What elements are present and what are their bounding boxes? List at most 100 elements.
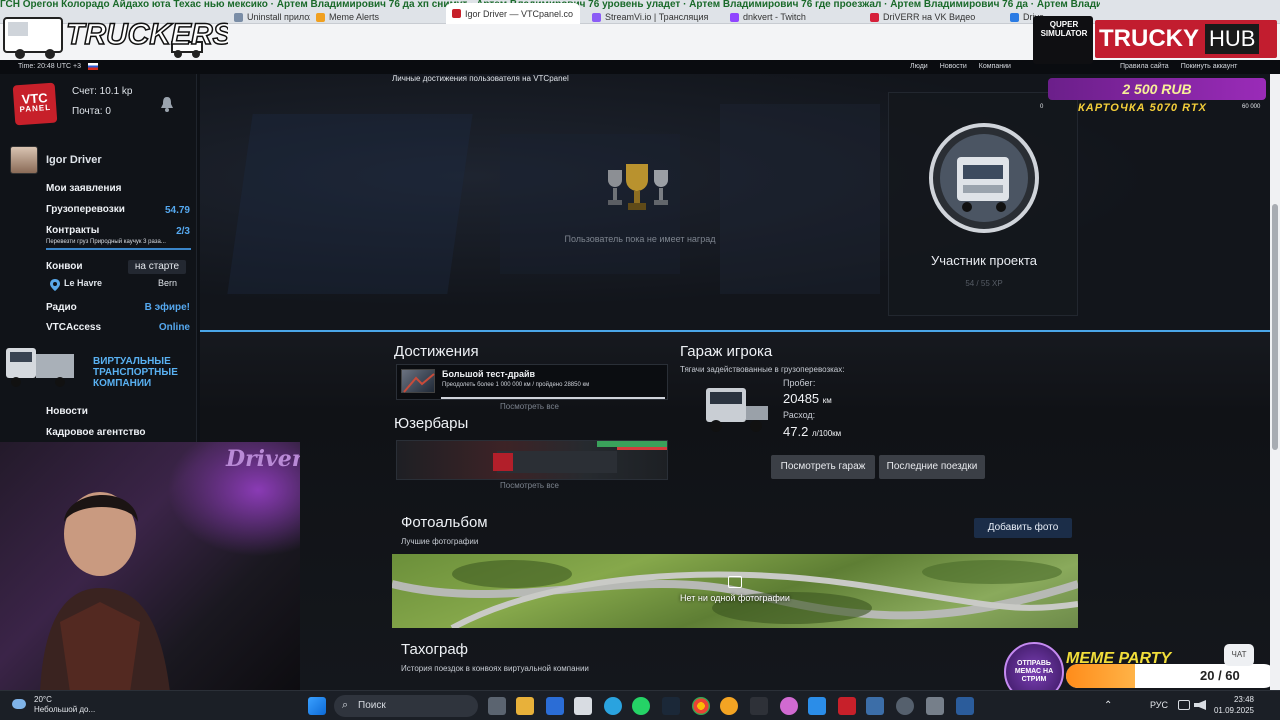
tab-favicon-icon [730,12,739,22]
convoy-from: Le Havre [64,278,103,288]
steam-icon[interactable] [662,697,680,715]
tab-favicon-icon [234,12,243,22]
chrome-icon[interactable] [692,697,710,715]
tab-favicon-icon [592,12,601,22]
nav-people[interactable]: Люди [910,63,928,70]
avatar[interactable] [10,146,38,174]
sidebar-item-radio[interactable]: Радио [46,302,77,313]
tab-label: dnkvert - Twitch [743,12,806,22]
site-nav: Люди Новости Компании [910,63,1011,70]
telegram-icon[interactable] [604,697,622,715]
weather-desc: Небольшой до... [34,705,96,714]
sidebar-item-convoys[interactable]: Конвои [46,261,83,272]
donation-goal-start: 0 [1040,104,1044,110]
clock-time: 23:48 [1233,695,1254,704]
quper-label: QUPER SIMULATOR [1040,20,1088,38]
hub-label: HUB [1205,24,1260,54]
no-awards-text: Пользователь пока не имеет наград [564,234,716,244]
achievement-image [401,369,435,393]
chevron-up-icon[interactable]: ⌃ [1104,700,1112,711]
app-icon[interactable] [780,697,798,715]
add-photo-button[interactable]: Добавить фото [974,518,1072,538]
scrollbar-thumb[interactable] [1272,204,1278,450]
nav-rules[interactable]: Правила сайта [1120,63,1169,70]
sidebar-item-vtcaccess[interactable]: VTCAccess [46,322,101,333]
file-explorer-icon[interactable] [516,697,534,715]
nav-logout[interactable]: Покинуть аккаунт [1181,63,1238,70]
mail-count[interactable]: Почта: 0 [72,106,111,117]
wifi-icon[interactable] [1178,700,1190,710]
tab-favicon-icon [1010,12,1019,22]
task-view-icon[interactable] [488,697,506,715]
whatsapp-icon[interactable] [632,697,650,715]
user-name[interactable]: Igor Driver [46,154,102,166]
app-icon[interactable] [750,697,768,715]
balance[interactable]: Счет: 10.1 kp [72,86,133,97]
flag-ru-icon[interactable] [88,63,98,70]
app-icon[interactable] [574,697,592,715]
cargo-value: 54.79 [164,205,190,216]
mileage-value: 20485 км [783,391,832,406]
volume-icon[interactable] [1194,700,1206,710]
language-indicator[interactable]: РУС [1150,700,1168,710]
userbars-title: Юзербары [394,415,469,432]
bell-icon[interactable] [160,96,174,112]
achievements-header: Личные достижения пользователя на VTCpan… [392,74,569,83]
browser-tab-active[interactable]: Igor Driver — VTCpanel.co✕ [446,3,580,24]
userbar-image[interactable] [396,440,668,480]
app-icon[interactable] [720,697,738,715]
app-icon[interactable] [926,697,944,715]
sidebar-item-applications[interactable]: Мои заявления [46,183,121,194]
search-icon: ⌕ [342,699,349,711]
vtcpanel-logo[interactable]: VTC PANEL [12,82,58,126]
taskbar-search[interactable]: ⌕ Поиск [334,695,478,717]
sidebar-item-cargo[interactable]: Грузоперевозки [46,204,125,215]
mileage-unit: км [822,396,832,405]
sidebar-item-news[interactable]: Новости [46,406,88,417]
achievement-card[interactable]: Большой тест-драйв Преодолеть более 1 00… [396,364,668,400]
sidebar-item-agency[interactable]: Кадровое агентство [46,427,146,438]
app-icon[interactable] [866,697,884,715]
photo-album-banner: Нет ни одной фотографии [392,554,1078,628]
member-title: Участник проекта [930,253,1038,268]
truckersmp-logo: TRUCKERSMP [2,8,279,62]
streamer-image [40,472,190,690]
garage-subtitle: Тягачи задействованные в грузоперевозках… [680,365,845,374]
tachograph-subtitle: История поездок в конвоях виртуальной ко… [401,664,589,673]
see-all-userbars-link[interactable]: Посмотреть все [500,481,559,490]
radio-status: В эфире! [144,302,190,313]
achievement-desc: Преодолеть более 1 000 000 км / пройдено… [442,382,590,388]
start-icon[interactable] [308,697,326,715]
donation-goal-title: КАРТОЧКА 5070 RTX [1078,102,1207,114]
donation-goal-banner: 2 500 RUB [1048,78,1266,100]
profile-main: Личные достижения пользователя на VTCpan… [200,74,1270,690]
nav-companies[interactable]: Компании [979,63,1011,70]
achievements-title: Достижения [394,343,479,360]
tachograph-title: Тахограф [401,641,469,658]
store-icon[interactable] [546,697,564,715]
garage-truck-image[interactable] [700,384,770,436]
view-garage-button[interactable]: Посмотреть гараж [771,455,875,479]
vtc-promo-text[interactable]: ВИРТУАЛЬНЫЕ ТРАНСПОРТНЫЕ КОМПАНИИ [93,356,193,389]
page-scrollbar[interactable] [1270,74,1280,690]
tab-favicon-icon [870,12,879,22]
nav-news[interactable]: Новости [940,63,967,70]
app-icon[interactable] [808,697,826,715]
sidebar: VTC PANEL Счет: 10.1 kp Почта: 0 Igor Dr… [0,74,197,442]
photo-album-title: Фотоальбом [401,514,488,531]
cloud-icon [12,699,26,709]
chat-button[interactable]: ЧАТ [1224,644,1254,666]
site-nav-right: Правила сайта Покинуть аккаунт [1120,63,1237,70]
app-icon[interactable] [956,697,974,715]
meme-party-title: MEME PARTY [1066,650,1172,667]
system-clock[interactable]: 23:48 01.09.2025 [1208,694,1254,716]
app-icon[interactable] [896,697,914,715]
vtc-promo-truck-icon[interactable] [4,344,76,390]
weather-widget[interactable]: 20°C Небольшой до... [12,695,95,715]
see-all-achievements-link[interactable]: Посмотреть все [500,402,559,411]
recent-trips-button[interactable]: Последние поездки [879,455,985,479]
sidebar-item-contracts[interactable]: Контракты [46,225,99,236]
tab-favicon-icon [316,12,325,22]
member-xp: 54 / 55 XP [965,279,1003,288]
vtc-app-icon[interactable] [838,697,856,715]
